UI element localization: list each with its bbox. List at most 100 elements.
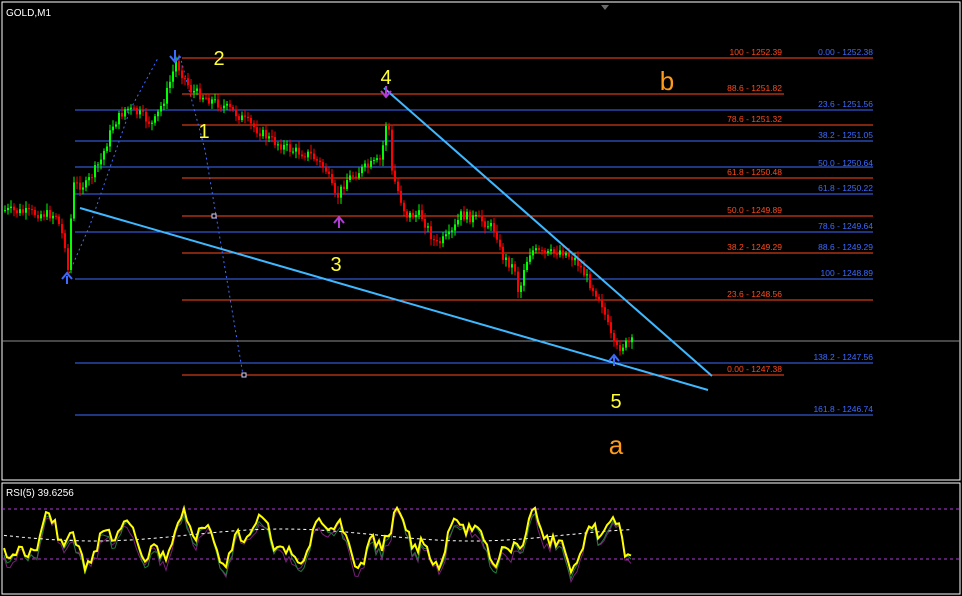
- candle-body: [406, 211, 408, 218]
- fib-retracement-label: 100 - 1252.39: [730, 47, 783, 57]
- candle-body: [151, 122, 153, 124]
- candle-body: [127, 108, 129, 110]
- candle-body: [82, 187, 84, 190]
- candle-body: [301, 154, 303, 157]
- candle-body: [601, 299, 603, 308]
- candle-body: [61, 224, 63, 234]
- candle-body: [46, 210, 48, 217]
- candle-body: [115, 124, 117, 127]
- fib-extension-label: 78.6 - 1249.64: [818, 221, 873, 231]
- candle-body: [586, 274, 588, 276]
- candle-body: [22, 209, 24, 213]
- candle-body: [172, 71, 174, 82]
- candle-body: [619, 344, 621, 351]
- candle-body: [592, 288, 594, 291]
- candle-body: [466, 211, 468, 220]
- candle-body: [493, 222, 495, 232]
- candle-body: [130, 107, 132, 109]
- candle-body: [310, 151, 312, 154]
- fib-anchor-handle[interactable]: [241, 372, 247, 378]
- chart-frame[interactable]: GOLD,M1 100 - 1252.39 88.6 - 1251.82 78.…: [0, 0, 962, 596]
- candle-body: [490, 222, 492, 227]
- candle-body: [319, 160, 321, 163]
- candle-body: [313, 153, 315, 160]
- candle-body: [616, 341, 618, 345]
- candle-body: [379, 158, 381, 160]
- candle-body: [124, 109, 126, 117]
- candle-body: [205, 97, 207, 99]
- candle-body: [523, 270, 525, 286]
- candle-body: [514, 264, 516, 272]
- candle-body: [331, 174, 333, 184]
- symbol-title: GOLD,M1: [6, 8, 51, 19]
- candle-body: [145, 111, 147, 122]
- candle-body: [598, 296, 600, 300]
- candle-body: [373, 159, 375, 161]
- fib-extension-label: 161.8 - 1246.74: [813, 404, 873, 414]
- fib-retracement-label: 23.6 - 1248.56: [727, 289, 782, 299]
- candle-body: [154, 116, 156, 123]
- candle-body: [178, 61, 180, 71]
- fib-extension-label: 88.6 - 1249.29: [818, 242, 873, 252]
- rsi-pane[interactable]: RSI(5) 39.6256: [1, 482, 961, 595]
- candle-body: [40, 214, 42, 219]
- candle-body: [67, 248, 69, 270]
- candle-body: [487, 226, 489, 228]
- candle-body: [88, 177, 90, 181]
- candle-body: [271, 136, 273, 138]
- candle-body: [103, 150, 105, 160]
- candle-body: [334, 183, 336, 193]
- wave-label-b: b: [660, 66, 674, 96]
- candle-body: [109, 130, 111, 147]
- candle-body: [274, 137, 276, 145]
- candle-body: [70, 218, 72, 270]
- candle-body: [136, 108, 138, 115]
- candle-body: [85, 180, 87, 188]
- candle-body: [352, 175, 354, 177]
- candle-body: [541, 250, 543, 252]
- candle-body: [43, 214, 45, 217]
- candle-body: [511, 264, 513, 268]
- candle-body: [55, 215, 57, 217]
- candle-body: [217, 99, 219, 108]
- candle-body: [247, 116, 249, 119]
- fib-extension-label: 138.2 - 1247.56: [813, 352, 873, 362]
- candle-body: [418, 210, 420, 215]
- candle-body: [190, 84, 192, 93]
- candle-body: [388, 126, 390, 130]
- candle-body: [445, 234, 447, 237]
- candle-body: [283, 144, 285, 150]
- candle-body: [193, 90, 195, 93]
- candle-body: [478, 214, 480, 216]
- candle-body: [133, 107, 135, 109]
- candle-body: [562, 250, 564, 256]
- candle-body: [208, 97, 210, 104]
- candle-body: [166, 87, 168, 104]
- candle-body: [505, 257, 507, 260]
- candle-body: [232, 107, 234, 110]
- candle-body: [223, 105, 225, 109]
- candle-body: [241, 115, 243, 121]
- candle-body: [187, 78, 189, 85]
- wave-label-2: 2: [213, 48, 224, 70]
- candle-body: [322, 162, 324, 168]
- candle-body: [58, 216, 60, 225]
- candle-body: [556, 252, 558, 255]
- candle-body: [454, 224, 456, 231]
- candle-body: [73, 182, 75, 219]
- candle-body: [289, 144, 291, 152]
- candle-body: [436, 240, 438, 242]
- candle-body: [625, 340, 627, 348]
- candle-body: [79, 182, 81, 190]
- candle-body: [448, 231, 450, 235]
- price-pane[interactable]: GOLD,M1 100 - 1252.39 88.6 - 1251.82 78.…: [1, 1, 961, 481]
- fib-anchor-handle[interactable]: [211, 213, 217, 219]
- candle-body: [397, 181, 399, 191]
- candle-body: [469, 211, 471, 223]
- wave-label-1: 1: [198, 121, 209, 143]
- candle-body: [295, 147, 297, 152]
- candle-body: [286, 144, 288, 146]
- fib-retracement-label: 61.8 - 1250.48: [727, 167, 782, 177]
- candle-body: [157, 111, 159, 117]
- candle-body: [520, 285, 522, 293]
